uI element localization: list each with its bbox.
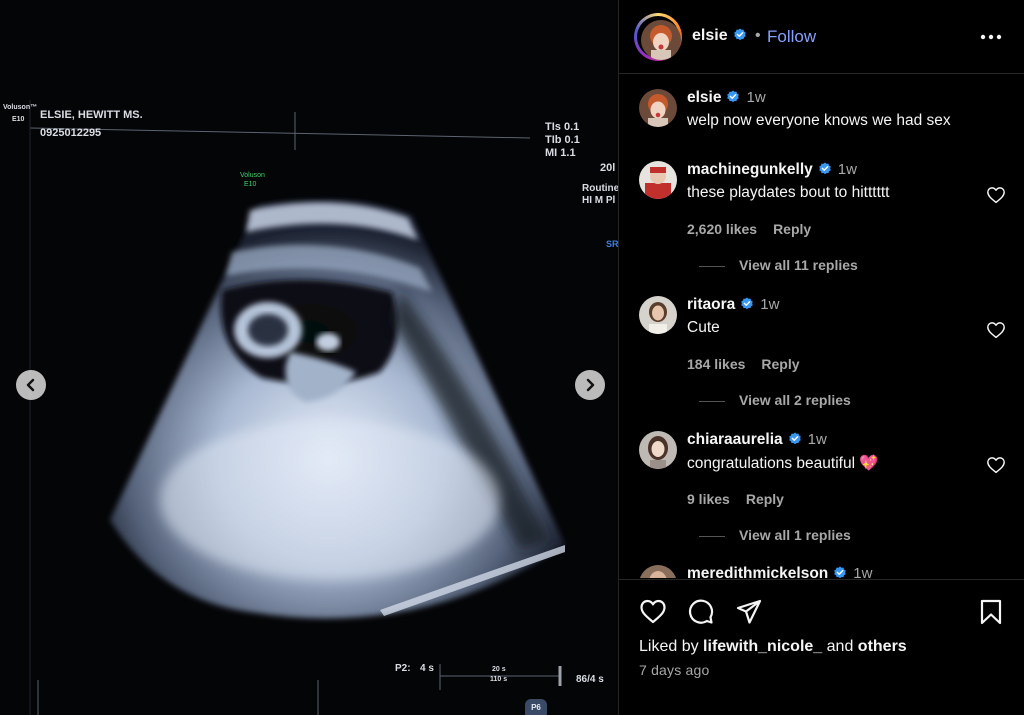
preset-line-2: HI M Pl — [582, 195, 616, 206]
comment-meta: 2,620 likes Reply — [687, 221, 827, 237]
timeline-a: 20 s — [492, 666, 506, 673]
comment-time: 1w — [807, 431, 827, 448]
reply-button[interactable]: Reply — [761, 356, 799, 372]
comment-like-heart-icon[interactable] — [986, 456, 1006, 474]
liked-by-others[interactable]: others — [858, 638, 907, 655]
bookmark-icon[interactable] — [977, 598, 1005, 626]
comment-username[interactable]: chiaraaurelia — [687, 431, 783, 448]
share-icon[interactable] — [735, 598, 763, 626]
verified-badge-icon — [818, 162, 831, 175]
verified-badge-icon — [741, 297, 754, 310]
tib-readout: TIb 0.1 — [545, 134, 580, 146]
frame-counter: 86/4 s — [576, 674, 604, 685]
mi-readout: MI 1.1 — [545, 147, 576, 159]
verified-badge-icon — [727, 90, 740, 103]
post-actions: Liked by lifewith_nicole_ and others 7 d… — [619, 579, 1024, 715]
comment-meta: 9 likes Reply — [687, 491, 800, 507]
comment-header: ritaora 1w — [687, 296, 779, 314]
header-separator: • — [755, 27, 761, 44]
chevron-right-icon — [586, 378, 595, 392]
next-media-button[interactable] — [575, 370, 605, 400]
comment-like-heart-icon[interactable] — [986, 321, 1006, 339]
caption-text: welp now everyone knows we had sex — [687, 112, 951, 129]
machine-brand: Voluson™ — [3, 104, 38, 111]
heart-icon[interactable] — [639, 598, 667, 626]
view-replies-button[interactable]: View all 2 replies — [699, 392, 851, 408]
liked-by-prefix: Liked by — [639, 638, 699, 655]
comment-username[interactable]: meredithmickelson — [687, 565, 828, 578]
caption-avatar[interactable] — [639, 89, 677, 127]
page-badge: P6 — [525, 699, 547, 715]
view-replies-button[interactable]: View all 1 replies — [699, 527, 851, 543]
commenter-avatar[interactable] — [639, 431, 677, 469]
caption-time: 1w — [746, 89, 766, 106]
post-header: elsie • Follow — [619, 0, 1024, 74]
comment-icon[interactable] — [687, 598, 715, 626]
p2-label: P2: — [395, 663, 411, 674]
ultrasound-image — [0, 0, 618, 715]
commenter-avatar[interactable] — [639, 161, 677, 199]
comment-time: 1w — [760, 296, 780, 313]
author-username[interactable]: elsie — [692, 27, 728, 44]
caption-header: elsie 1w — [687, 89, 766, 107]
preset-line-1: Routine — [582, 183, 618, 194]
comment-likes[interactable]: 184 likes — [687, 356, 745, 372]
post-date[interactable]: 7 days ago — [639, 662, 710, 678]
comment-like-heart-icon[interactable] — [986, 186, 1006, 204]
liked-by: Liked by lifewith_nicole_ and others — [639, 638, 907, 656]
comment-text: congratulations beautiful 💖 — [687, 455, 879, 472]
chevron-left-icon — [26, 378, 35, 392]
comment-header: machinegunkelly 1w — [687, 161, 857, 179]
commenter-avatar[interactable] — [639, 296, 677, 334]
probe-model: E10 — [244, 181, 257, 188]
patient-name: ELSIE, HEWITT MS. — [40, 109, 143, 121]
sr-label: SR — [606, 239, 618, 249]
author-avatar[interactable] — [641, 20, 681, 60]
story-ring[interactable] — [634, 13, 682, 61]
timeline-b: 110 s — [490, 676, 508, 683]
p2-value: 4 s — [420, 663, 434, 674]
machine-model: E10 — [12, 116, 25, 123]
verified-badge-icon — [733, 28, 746, 41]
comment-time: 1w — [853, 565, 873, 578]
author-username-row: elsie — [692, 27, 747, 45]
probe-label: Voluson — [240, 172, 265, 179]
reply-button[interactable]: Reply — [773, 221, 811, 237]
post-side-panel: elsie • Follow elsie 1w welp now everyone… — [618, 0, 1024, 715]
comment-text: these playdates bout to hitttttt — [687, 184, 890, 201]
depth-readout: 20l — [600, 162, 616, 174]
follow-button[interactable]: Follow — [767, 27, 816, 47]
comments-list[interactable]: elsie 1w welp now everyone knows we had s… — [619, 75, 1024, 578]
verified-badge-icon — [788, 432, 801, 445]
view-replies-button[interactable]: View all 11 replies — [699, 257, 858, 273]
comment-header: meredithmickelson 1w — [687, 565, 872, 578]
caption-username[interactable]: elsie — [687, 89, 721, 106]
comment-header: chiaraaurelia 1w — [687, 431, 827, 449]
verified-badge-icon — [834, 566, 847, 578]
previous-media-button[interactable] — [16, 370, 46, 400]
comment-likes[interactable]: 9 likes — [687, 491, 730, 507]
commenter-avatar[interactable] — [639, 565, 677, 578]
patient-id: 0925012295 — [40, 127, 102, 139]
more-horizontal-icon[interactable] — [977, 28, 1005, 46]
comment-username[interactable]: ritaora — [687, 296, 735, 313]
comment-text: Cute — [687, 319, 720, 336]
comment-meta: 184 likes Reply — [687, 356, 816, 372]
liked-by-and: and — [826, 638, 854, 655]
liked-by-user[interactable]: lifewith_nicole_ — [703, 638, 822, 655]
comment-time: 1w — [837, 161, 857, 178]
comment-likes[interactable]: 2,620 likes — [687, 221, 757, 237]
post-media: Voluson™ E10 ELSIE, HEWITT MS. 092501229… — [0, 0, 618, 715]
comment-username[interactable]: machinegunkelly — [687, 161, 813, 178]
tis-readout: TIs 0.1 — [545, 121, 580, 133]
reply-button[interactable]: Reply — [746, 491, 784, 507]
